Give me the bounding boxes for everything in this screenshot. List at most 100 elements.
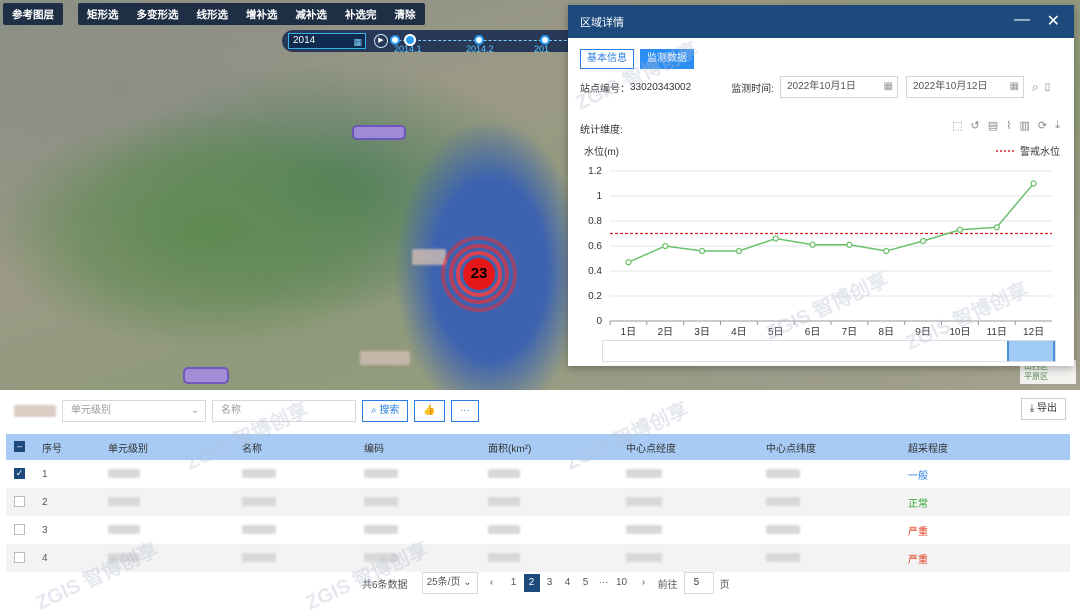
- row-checkbox-cell[interactable]: [6, 516, 38, 544]
- date-start-input[interactable]: 2022年10月1日 ▦: [779, 76, 898, 98]
- selection-tool-1-button[interactable]: 矩形选: [78, 7, 128, 22]
- page-7-button[interactable]: 10: [614, 574, 630, 592]
- row-checkbox[interactable]: ✓: [14, 468, 25, 480]
- next-page-icon[interactable]: ›: [636, 574, 652, 592]
- place-label-2: [360, 351, 410, 365]
- row-checkbox[interactable]: [14, 496, 25, 508]
- prev-page-icon[interactable]: ‹: [484, 574, 500, 592]
- selection-tool-5-button[interactable]: 减补选: [287, 7, 337, 22]
- calendar-icon: ▦: [1009, 81, 1019, 92]
- table-row[interactable]: 2 正常: [6, 488, 1070, 516]
- row-checkbox-cell[interactable]: ✓: [6, 460, 38, 488]
- col-area: 面积(km²): [488, 443, 532, 455]
- undo-icon[interactable]: ↺: [971, 119, 980, 132]
- selection-tool-3-button[interactable]: 线形选: [188, 7, 238, 22]
- stat-dimension-label: 统计维度:: [580, 125, 623, 136]
- row-area: [484, 460, 622, 488]
- download-icon[interactable]: ⤓: [1055, 119, 1060, 132]
- page-5-button[interactable]: 5: [578, 574, 594, 592]
- thumbs-up-button[interactable]: 👍: [414, 400, 445, 422]
- close-icon[interactable]: ✕: [1047, 11, 1060, 31]
- row-area: [484, 544, 622, 572]
- row-checkbox[interactable]: [14, 524, 25, 536]
- select-all-cell[interactable]: –: [6, 434, 38, 460]
- station-value: 33020343002: [630, 81, 692, 93]
- redacted-value: [364, 469, 398, 479]
- export-button[interactable]: ⤓ 导出: [1020, 398, 1066, 420]
- bar-chart-icon[interactable]: ▥: [1020, 119, 1030, 132]
- redacted-value: [108, 497, 140, 507]
- data-point: [956, 226, 964, 233]
- row-center-lat: [762, 544, 904, 572]
- row-index: 3: [42, 524, 48, 536]
- redacted-value: [242, 525, 276, 535]
- row-checkbox[interactable]: [14, 552, 25, 564]
- date-end-input[interactable]: 2022年10月12日 ▦: [905, 76, 1024, 98]
- table-row[interactable]: 4 严重: [6, 544, 1070, 572]
- redacted-value: [488, 469, 520, 479]
- selection-tool-6-button[interactable]: 补选完: [336, 7, 386, 22]
- more-icon: ···: [459, 405, 470, 416]
- x-tick-label: 3日: [694, 327, 710, 338]
- timeline-label-1: 2014.1: [394, 44, 422, 54]
- more-button[interactable]: ···: [450, 400, 479, 422]
- redacted-value: [626, 469, 662, 479]
- line-chart-icon[interactable]: ⌇: [1006, 119, 1011, 132]
- select-all-checkbox[interactable]: –: [14, 441, 25, 453]
- row-unit-level: [104, 488, 238, 516]
- filter-bar: 单元级别 ⌄ 名称 ⌕ 搜索 👍 ···: [14, 400, 479, 422]
- region-label-1[interactable]: [352, 125, 406, 140]
- page-3-button[interactable]: 3: [542, 574, 558, 592]
- document-icon[interactable]: ▯: [1045, 82, 1051, 93]
- legend-threshold-label: 警戒水位: [1020, 145, 1060, 158]
- minimize-icon[interactable]: —: [1014, 11, 1030, 29]
- x-tick-label: 10日: [949, 327, 970, 338]
- row-center-lon: [622, 488, 762, 516]
- export-icon: ⤓: [1029, 403, 1037, 414]
- redacted-value: [488, 553, 520, 563]
- selection-tool-4-button[interactable]: 增补选: [237, 7, 287, 22]
- row-checkbox-cell[interactable]: [6, 488, 38, 516]
- selection-tool-2-button[interactable]: 多变形选: [128, 7, 188, 22]
- table-row[interactable]: ✓ 1 一般: [6, 460, 1070, 488]
- data-view-icon[interactable]: ▤: [988, 119, 998, 132]
- cluster-marker[interactable]: 23: [441, 236, 517, 312]
- data-panel: 单元级别 ⌄ 名称 ⌕ 搜索 👍 ··· ⤓ 导出 – 序号 单元级别 名称 编…: [0, 390, 1080, 595]
- page-6-button[interactable]: ···: [596, 574, 612, 592]
- table-row[interactable]: 3 严重: [6, 516, 1070, 544]
- table-header: – 序号 单元级别 名称 编码 面积(km²) 中心点经度 中心点纬度 超采程度: [6, 434, 1070, 460]
- x-tick-label: 1日: [621, 327, 637, 338]
- unit-level-select[interactable]: 单元级别 ⌄: [62, 400, 206, 422]
- calendar-icon: ▦: [883, 81, 893, 92]
- tab-basic-info[interactable]: 基本信息: [580, 49, 634, 69]
- page-1-button[interactable]: 1: [506, 574, 522, 592]
- redacted-value: [766, 525, 800, 535]
- row-checkbox-cell[interactable]: [6, 544, 38, 572]
- page-size-select[interactable]: 25条/页 ⌄: [421, 572, 478, 594]
- reference-layer-button[interactable]: 参考图层: [3, 7, 63, 22]
- redacted-value: [488, 525, 520, 535]
- name-input[interactable]: 名称: [212, 400, 356, 422]
- refresh-icon[interactable]: ⟳: [1038, 119, 1047, 132]
- y-tick-label: 1.2: [588, 166, 602, 177]
- region-label-2[interactable]: [183, 367, 229, 384]
- page-4-button[interactable]: 4: [560, 574, 576, 592]
- data-point: [698, 247, 706, 255]
- data-zoom-handle[interactable]: [1007, 341, 1055, 361]
- row-index: 2: [42, 496, 48, 508]
- goto-page-input[interactable]: 5: [683, 572, 714, 594]
- selection-tool-7-button[interactable]: 清除: [386, 7, 425, 22]
- play-icon[interactable]: ▶: [374, 34, 388, 48]
- timeline-track[interactable]: 2014.1 2014.2 201: [390, 30, 582, 54]
- zoom-icon[interactable]: ⬚: [952, 119, 962, 132]
- search-button[interactable]: ⌕ 搜索: [362, 400, 409, 422]
- page-list: 1 2 3 4 5 ··· 10: [506, 574, 630, 592]
- search-icon[interactable]: ⌕: [1032, 80, 1039, 95]
- x-tick-label: 8日: [878, 327, 894, 338]
- y-tick-label: 0: [596, 316, 602, 327]
- page-2-button[interactable]: 2: [523, 574, 540, 592]
- tab-monitoring-data[interactable]: 监测数据: [640, 49, 694, 69]
- data-zoom-slider[interactable]: [602, 340, 1056, 362]
- year-picker[interactable]: 2014 ▦: [288, 33, 366, 49]
- row-unit-level: [104, 460, 238, 488]
